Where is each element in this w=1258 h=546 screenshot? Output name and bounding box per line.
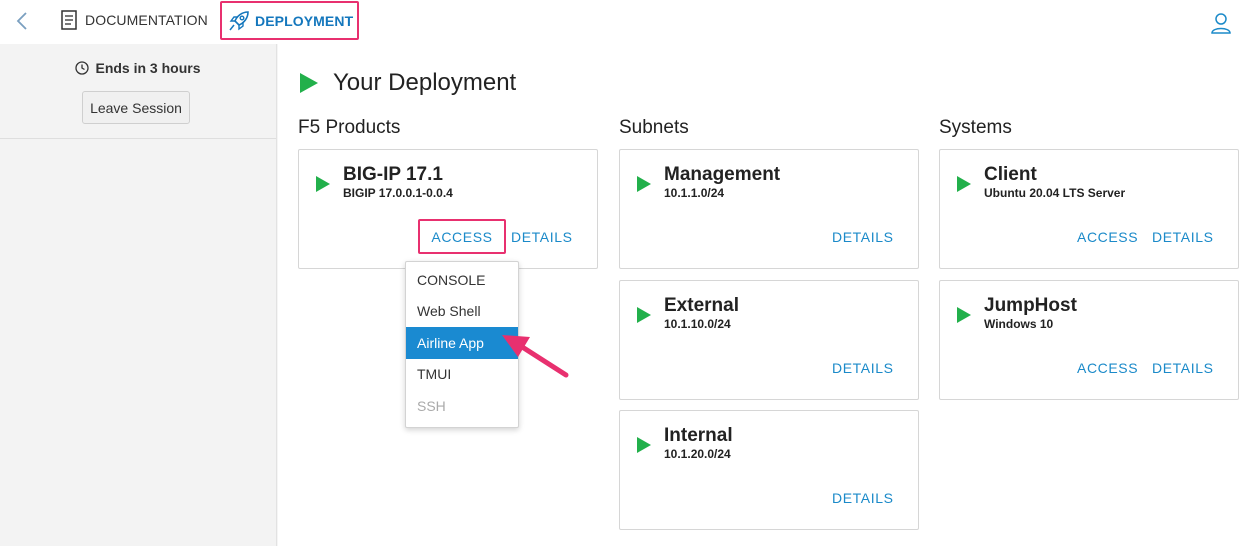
- subnet-card-external: External 10.1.10.0/24 DETAILS: [619, 280, 919, 400]
- card-subtitle: 10.1.10.0/24: [664, 317, 731, 331]
- access-button[interactable]: ACCESS: [1077, 360, 1138, 376]
- column-heading-products: F5 Products: [298, 117, 401, 138]
- sidebar: Ends in 3 hours Leave Session: [0, 44, 277, 546]
- tab-documentation[interactable]: DOCUMENTATION: [58, 0, 208, 40]
- system-card-client: Client Ubuntu 20.04 LTS Server ACCESS DE…: [939, 149, 1239, 269]
- rocket-icon: [228, 10, 250, 32]
- access-button[interactable]: ACCESS: [418, 219, 506, 254]
- card-subtitle: 10.1.20.0/24: [664, 447, 731, 461]
- details-button[interactable]: DETAILS: [832, 229, 894, 245]
- user-profile-button[interactable]: [1209, 10, 1233, 36]
- play-icon: [300, 73, 318, 93]
- tab-deployment[interactable]: DEPLOYMENT: [220, 1, 359, 40]
- tab-deployment-label: DEPLOYMENT: [255, 12, 354, 29]
- card-subtitle: BIGIP 17.0.0.1-0.0.4: [343, 186, 453, 200]
- top-navigation-bar: DOCUMENTATION DEPLOYMENT: [0, 0, 1258, 44]
- leave-session-button[interactable]: Leave Session: [82, 91, 190, 124]
- card-title: Internal: [664, 425, 733, 446]
- card-subtitle: Ubuntu 20.04 LTS Server: [984, 186, 1126, 200]
- subnet-card-internal: Internal 10.1.20.0/24 DETAILS: [619, 410, 919, 530]
- column-heading-systems: Systems: [939, 117, 1012, 138]
- menu-item-console[interactable]: CONSOLE: [406, 264, 518, 296]
- chevron-left-icon: [16, 12, 27, 30]
- user-icon: [1211, 13, 1231, 34]
- card-subtitle: 10.1.1.0/24: [664, 186, 725, 200]
- product-card-bigip: BIG-IP 17.1 BIGIP 17.0.0.1-0.0.4 ACCESS …: [298, 149, 598, 269]
- menu-item-ssh: SSH: [417, 397, 446, 414]
- back-button[interactable]: [12, 9, 32, 33]
- access-button[interactable]: ACCESS: [1077, 229, 1138, 245]
- subnet-card-management: Management 10.1.1.0/24 DETAILS: [619, 149, 919, 269]
- details-button[interactable]: DETAILS: [1152, 360, 1214, 376]
- card-subtitle: Windows 10: [984, 317, 1054, 331]
- card-title: Management: [664, 164, 781, 185]
- session-timer-text: Ends in 3 hours: [95, 60, 201, 76]
- system-card-jumphost: JumpHost Windows 10 ACCESS DETAILS: [939, 280, 1239, 400]
- play-icon: [637, 176, 651, 192]
- details-button[interactable]: DETAILS: [511, 229, 573, 245]
- menu-item-web-shell[interactable]: Web Shell: [406, 296, 518, 328]
- details-button[interactable]: DETAILS: [832, 490, 894, 506]
- session-panel: Ends in 3 hours Leave Session: [0, 44, 276, 139]
- page-header: Your Deployment: [299, 68, 516, 98]
- play-icon: [957, 176, 971, 192]
- play-icon: [957, 307, 971, 323]
- tab-documentation-label: DOCUMENTATION: [85, 12, 208, 28]
- play-icon: [637, 437, 651, 453]
- document-icon: [58, 9, 80, 31]
- clock-icon: [75, 61, 90, 75]
- session-timer: Ends in 3 hours: [0, 60, 276, 76]
- card-title: Client: [984, 164, 1037, 185]
- page-title: Your Deployment: [333, 69, 517, 96]
- details-button[interactable]: DETAILS: [1152, 229, 1214, 245]
- access-label: ACCESS: [431, 228, 493, 245]
- arrow-pointer-icon: [502, 335, 569, 378]
- card-title: BIG-IP 17.1: [343, 164, 443, 185]
- column-heading-subnets: Subnets: [619, 117, 689, 138]
- details-button[interactable]: DETAILS: [832, 360, 894, 376]
- main-content: Your Deployment F5 Products Subnets Syst…: [278, 44, 1258, 546]
- play-icon: [316, 176, 330, 192]
- card-title: JumpHost: [984, 295, 1077, 316]
- card-title: External: [664, 295, 739, 316]
- play-icon: [637, 307, 651, 323]
